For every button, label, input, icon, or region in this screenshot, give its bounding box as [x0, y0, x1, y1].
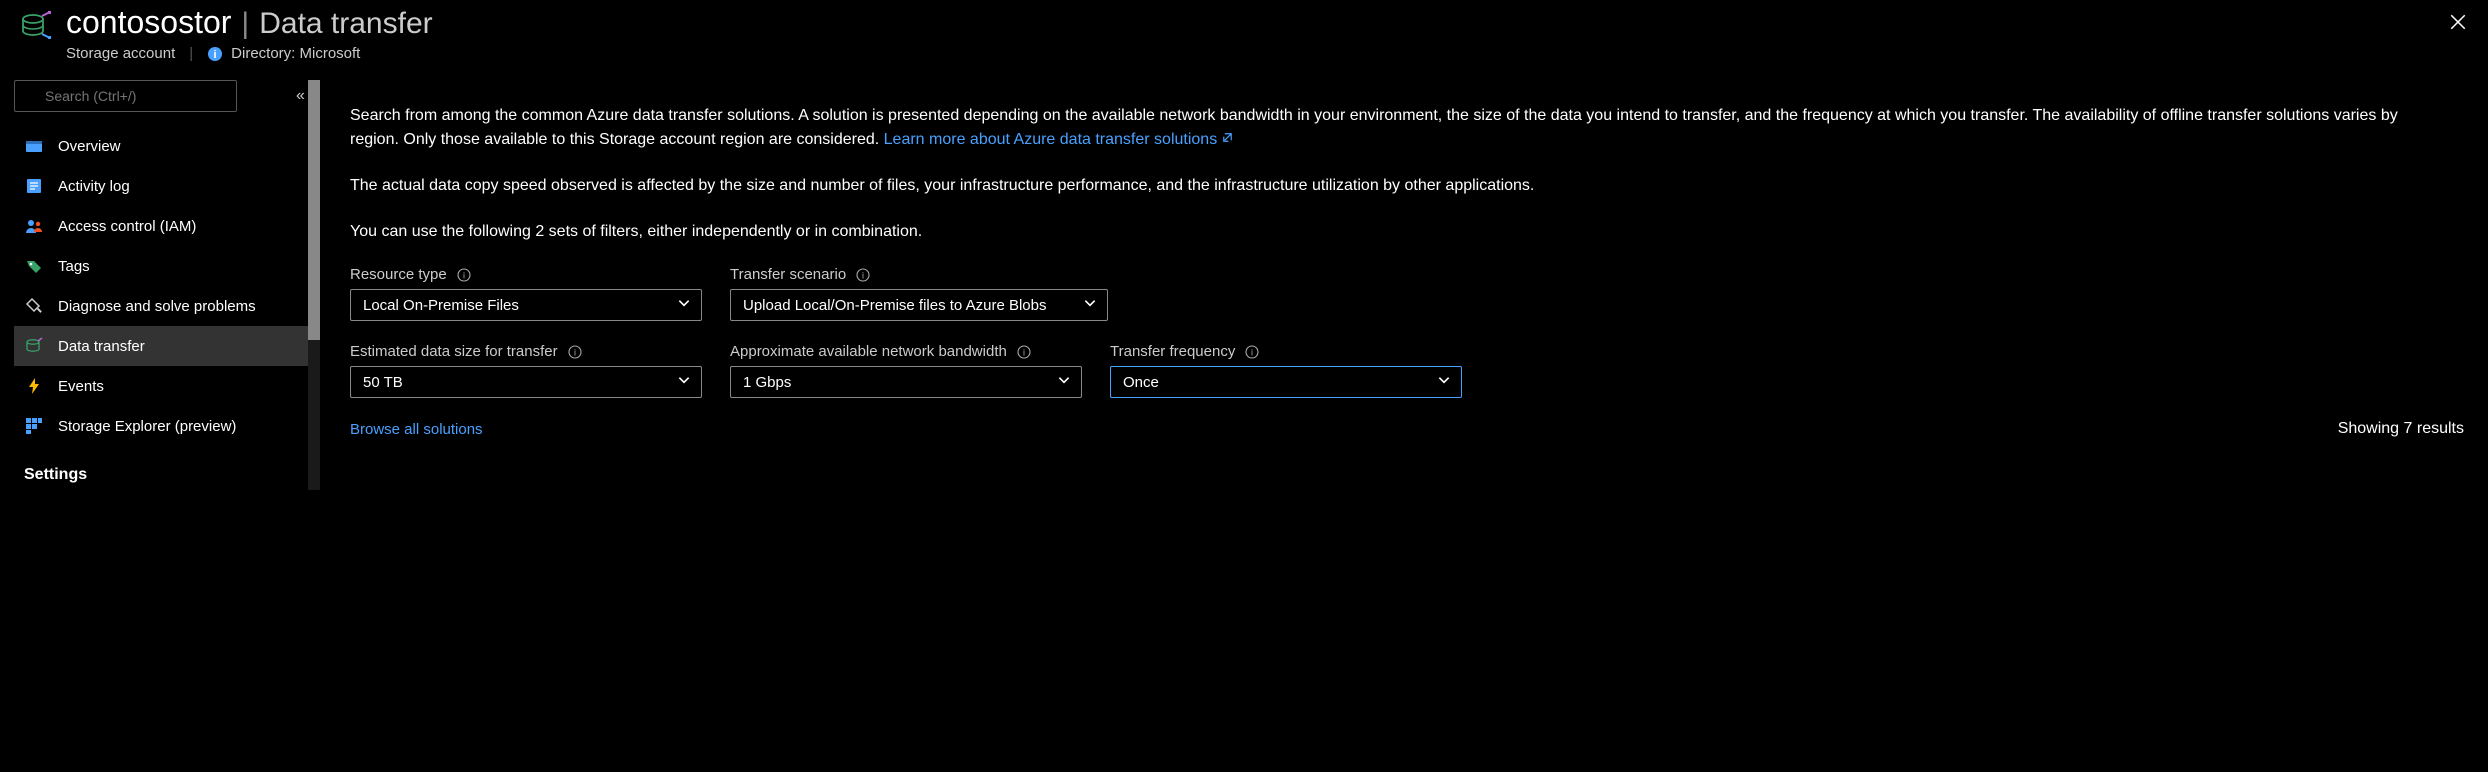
filter-label-data-size: Estimated data size for transfer	[350, 343, 558, 360]
sidebar-item-tags[interactable]: Tags	[14, 246, 308, 286]
filter-label-frequency: Transfer frequency	[1110, 343, 1235, 360]
sidebar-item-events[interactable]: Events	[14, 366, 308, 406]
sidebar-item-storage-explorer[interactable]: Storage Explorer (preview)	[14, 406, 308, 446]
sidebar-item-label: Storage Explorer (preview)	[58, 418, 236, 435]
intro-paragraph-2: The actual data copy speed observed is a…	[350, 174, 2450, 198]
storage-account-icon	[20, 10, 52, 42]
select-bandwidth[interactable]: 1 Gbps	[730, 366, 1082, 398]
svg-text:i: i	[1251, 347, 1253, 357]
select-transfer-scenario[interactable]: Upload Local/On-Premise files to Azure B…	[730, 289, 1108, 321]
access-control-icon	[24, 216, 44, 236]
chevron-down-icon	[1083, 296, 1097, 314]
overview-icon	[24, 136, 44, 156]
sidebar-item-label: Activity log	[58, 178, 130, 195]
info-icon[interactable]: i	[457, 268, 471, 282]
sidebar-item-label: Events	[58, 378, 104, 395]
sidebar-item-label: Tags	[58, 258, 90, 275]
learn-more-link[interactable]: Learn more about Azure data transfer sol…	[884, 131, 1235, 148]
tags-icon	[24, 256, 44, 276]
title-separator: |	[241, 7, 249, 41]
intro-paragraph-3: You can use the following 2 sets of filt…	[350, 220, 2450, 244]
sidebar-item-overview[interactable]: Overview	[14, 126, 308, 166]
activity-log-icon	[24, 176, 44, 196]
sidebar-section-settings: Settings	[14, 446, 308, 490]
select-data-size[interactable]: 50 TB	[350, 366, 702, 398]
resource-type-label: Storage account	[66, 45, 175, 62]
collapse-sidebar-button[interactable]: «	[296, 87, 305, 105]
search-input[interactable]	[14, 80, 237, 112]
intro-paragraph-1: Search from among the common Azure data …	[350, 104, 2450, 152]
info-icon: i	[207, 46, 223, 62]
filter-label-bandwidth: Approximate available network bandwidth	[730, 343, 1007, 360]
sidebar-item-label: Access control (IAM)	[58, 218, 196, 235]
sidebar-item-label: Data transfer	[58, 338, 145, 355]
svg-text:i: i	[1023, 347, 1025, 357]
svg-text:i: i	[463, 270, 465, 280]
directory-label: Directory: Microsoft	[231, 45, 360, 62]
close-button[interactable]	[2446, 10, 2470, 34]
page-title-sub: Data transfer	[259, 7, 432, 41]
subtitle-separator: |	[189, 45, 193, 62]
sidebar-item-label: Overview	[58, 138, 121, 155]
scrollbar-thumb[interactable]	[308, 80, 320, 340]
filter-label-transfer-scenario: Transfer scenario	[730, 266, 846, 283]
storage-explorer-icon	[24, 416, 44, 436]
svg-text:i: i	[214, 49, 217, 61]
sidebar-scrollbar[interactable]	[308, 80, 320, 490]
select-frequency[interactable]: Once	[1110, 366, 1462, 398]
svg-text:i: i	[862, 270, 864, 280]
sidebar-item-diagnose[interactable]: Diagnose and solve problems	[14, 286, 308, 326]
sidebar-item-data-transfer[interactable]: Data transfer	[14, 326, 308, 366]
sidebar-item-access-control[interactable]: Access control (IAM)	[14, 206, 308, 246]
chevron-down-icon	[1057, 373, 1071, 391]
info-icon[interactable]: i	[1017, 345, 1031, 359]
events-icon	[24, 376, 44, 396]
data-transfer-icon	[24, 336, 44, 356]
results-count: Showing 7 results	[2338, 420, 2480, 438]
info-icon[interactable]: i	[1245, 345, 1259, 359]
info-icon[interactable]: i	[856, 268, 870, 282]
sidebar-item-activity-log[interactable]: Activity log	[14, 166, 308, 206]
chevron-down-icon	[677, 373, 691, 391]
page-title-main: contosostor	[66, 4, 231, 41]
filter-label-resource-type: Resource type	[350, 266, 447, 283]
select-resource-type[interactable]: Local On-Premise Files	[350, 289, 702, 321]
sidebar-item-label: Diagnose and solve problems	[58, 298, 256, 315]
external-link-icon	[1221, 128, 1234, 152]
info-icon[interactable]: i	[568, 345, 582, 359]
svg-text:i: i	[574, 347, 576, 357]
diagnose-icon	[24, 296, 44, 316]
chevron-down-icon	[1437, 373, 1451, 391]
browse-all-solutions-link[interactable]: Browse all solutions	[350, 421, 483, 438]
chevron-down-icon	[677, 296, 691, 314]
